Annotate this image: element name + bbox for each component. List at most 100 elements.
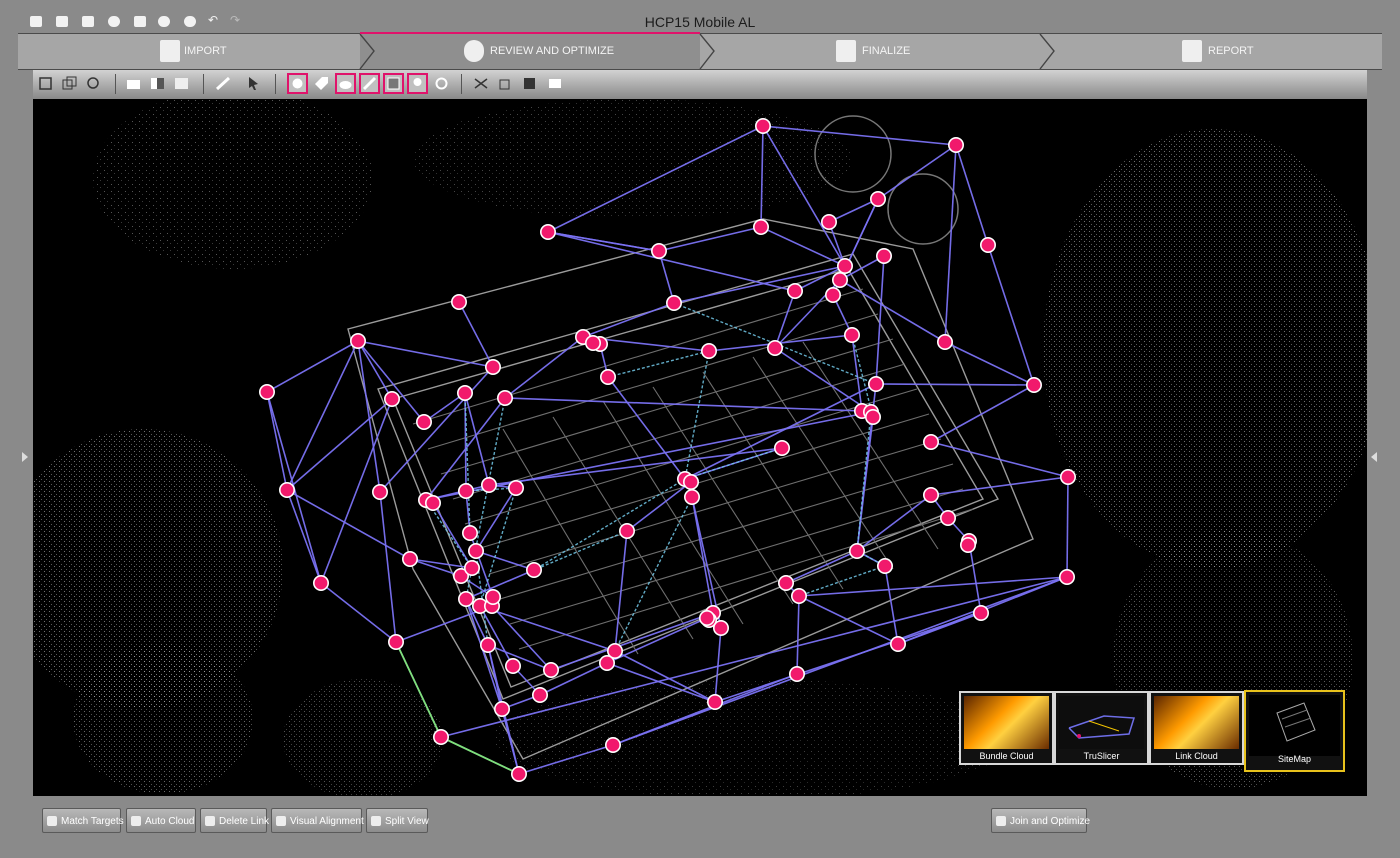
setup-node[interactable] [618,522,635,539]
setup-node[interactable] [599,368,616,385]
setup-node[interactable] [824,287,841,304]
setup-node[interactable] [456,384,473,401]
setup-node[interactable] [773,439,790,456]
right-panel-expand-icon[interactable] [1371,452,1377,462]
setup-node[interactable] [279,481,296,498]
left-panel-expand-icon[interactable] [22,452,28,462]
setup-node[interactable] [480,476,497,493]
setup-node[interactable] [979,237,996,254]
setup-node[interactable] [539,224,556,241]
tag-icon[interactable] [313,75,330,92]
copy-icon[interactable] [61,75,78,92]
setup-node[interactable] [922,433,939,450]
setup-node[interactable] [650,243,667,260]
link-icon[interactable] [433,75,450,92]
setup-node[interactable] [349,333,366,350]
setup-node[interactable] [510,765,527,782]
setup-node[interactable] [401,550,418,567]
setup-node[interactable] [867,375,884,392]
setup-node[interactable] [584,335,601,352]
cloud-icon[interactable] [335,73,356,94]
setup-node[interactable] [484,358,501,375]
ruler-icon[interactable] [359,73,380,94]
setup-node[interactable] [936,334,953,351]
setup-node[interactable] [493,700,510,717]
setup-node[interactable] [766,340,783,357]
setup-node[interactable] [922,486,939,503]
setup-node[interactable] [525,561,542,578]
setup-node[interactable] [484,588,501,605]
join-and-optimize-button[interactable]: Join and Optimize [991,808,1090,833]
setup-node[interactable] [424,494,441,511]
setup-node[interactable] [754,117,771,134]
setup-node[interactable] [788,665,805,682]
setup-node[interactable] [387,633,404,650]
setup-node[interactable] [457,482,474,499]
transform-icon[interactable] [497,75,514,92]
pin-icon[interactable] [407,73,428,94]
setup-node[interactable] [683,488,700,505]
split-icon[interactable] [149,75,166,92]
site-map-viewport[interactable]: Bundle Cloud TruSlicer Link Cloud SiteMa… [33,99,1367,796]
setup-node[interactable] [820,214,837,231]
square-icon[interactable] [173,75,190,92]
setup-node[interactable] [415,413,432,430]
visual-alignment-button[interactable]: Visual Alignment [271,808,364,833]
setup-node[interactable] [383,390,400,407]
setup-node[interactable] [682,473,699,490]
registration-link[interactable] [1066,476,1069,578]
setup-node[interactable] [504,657,521,674]
thumbnail-truslicer[interactable]: TruSlicer [1054,691,1149,765]
setup-node[interactable] [665,295,682,312]
split-view-button[interactable]: Split View [366,808,429,833]
setup-node[interactable] [598,654,615,671]
image-icon[interactable] [383,73,404,94]
setup-node[interactable] [777,574,794,591]
setup-node[interactable] [457,590,474,607]
setup-node[interactable] [531,686,548,703]
setup-node[interactable] [479,636,496,653]
setup-node[interactable] [848,542,865,559]
pointer-icon[interactable] [245,75,262,92]
setup-node[interactable] [698,609,715,626]
setup-node[interactable] [1059,568,1076,585]
camera-icon[interactable] [125,75,142,92]
thumbnail-sitemap[interactable]: SiteMap [1244,690,1345,772]
setup-node[interactable] [875,248,892,265]
setup-node[interactable] [496,389,513,406]
setup-node[interactable] [790,587,807,604]
setup-node[interactable] [467,542,484,559]
setup-node[interactable] [604,736,621,753]
setup-node[interactable] [1060,468,1077,485]
setup-node[interactable] [786,283,803,300]
setup-node[interactable] [836,258,853,275]
registration-link[interactable] [464,392,467,492]
setup-node[interactable] [542,661,559,678]
display-icon[interactable] [547,75,564,92]
setup-node[interactable] [864,408,881,425]
grid-icon[interactable] [521,75,538,92]
registration-link[interactable] [875,383,1035,386]
setup-node[interactable] [463,559,480,576]
setup-node[interactable] [1025,376,1042,393]
setup-node[interactable] [843,327,860,344]
setup-node[interactable] [889,635,906,652]
thumbnail-link-cloud[interactable]: Link Cloud [1149,691,1244,765]
setup-node[interactable] [752,219,769,236]
shuffle-icon[interactable] [473,75,490,92]
target-icon[interactable] [287,73,308,94]
zoom-fit-icon[interactable] [85,75,102,92]
match-targets-button[interactable]: Match Targets [42,808,124,833]
setup-node[interactable] [507,479,524,496]
setup-node[interactable] [259,383,276,400]
thumbnail-bundle-cloud[interactable]: Bundle Cloud [959,691,1054,765]
setup-node[interactable] [972,604,989,621]
setup-node[interactable] [312,574,329,591]
setup-node[interactable] [432,728,449,745]
delete-link-button[interactable]: Delete Link [200,808,269,833]
setup-node[interactable] [831,272,848,289]
measure-icon[interactable] [215,75,232,92]
setup-node[interactable] [706,693,723,710]
setup-node[interactable] [700,343,717,360]
setup-node[interactable] [876,557,893,574]
